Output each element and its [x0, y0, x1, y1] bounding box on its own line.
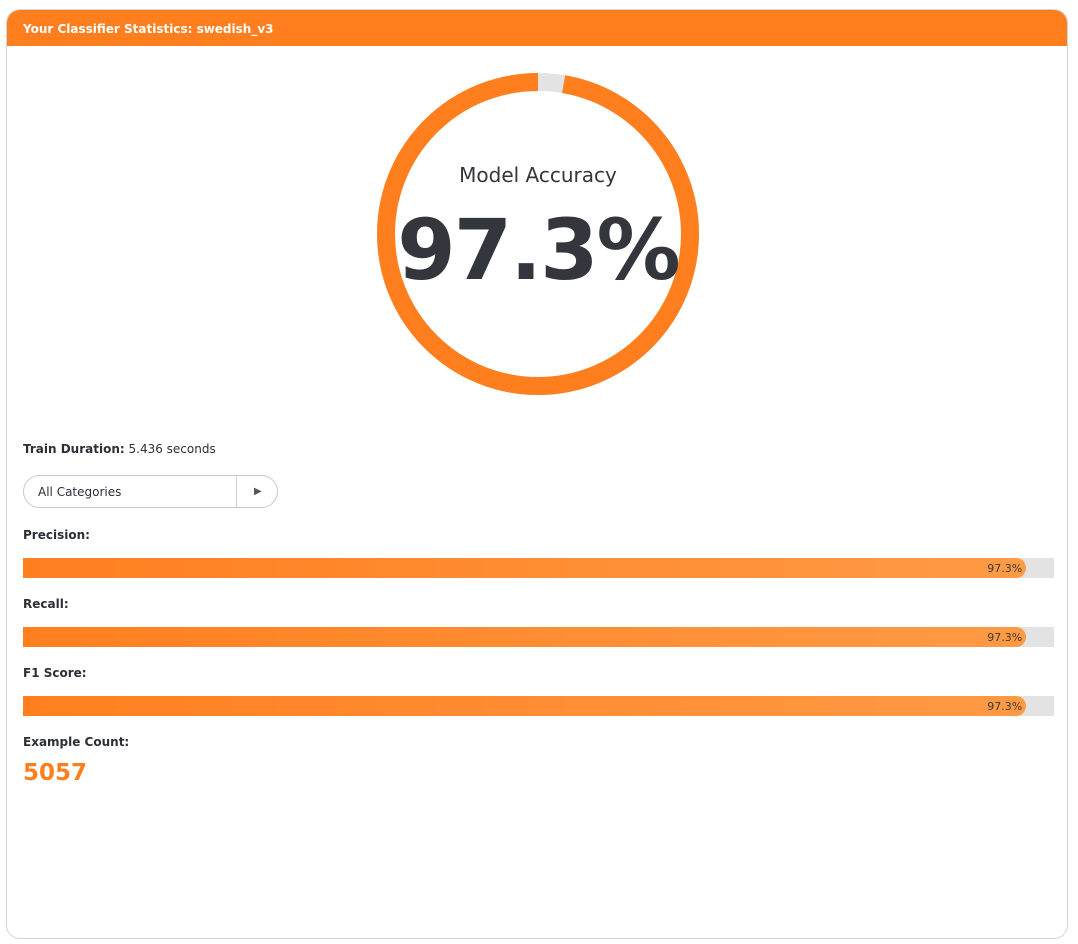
category-select-divider [236, 476, 237, 507]
f1-score-bar-value: 97.3% [987, 700, 1023, 713]
category-select-value: All Categories [38, 485, 122, 499]
recall-bar-fill: 97.3% [23, 627, 1027, 647]
f1-score-label: F1 Score: [23, 666, 87, 680]
train-duration-value: 5.436 seconds [128, 442, 216, 456]
recall-bar: 97.3% [23, 627, 1054, 647]
accuracy-gauge: Model Accuracy 97.3% [375, 71, 701, 397]
f1-score-bar-fill: 97.3% [23, 696, 1027, 716]
f1-score-bar: 97.3% [23, 696, 1054, 716]
recall-bar-value: 97.3% [987, 631, 1023, 644]
classifier-stats-panel: Your Classifier Statistics: swedish_v3 M… [6, 9, 1068, 939]
precision-bar-value: 97.3% [987, 562, 1023, 575]
precision-label: Precision: [23, 528, 90, 542]
panel-title: Your Classifier Statistics: swedish_v3 [7, 10, 1067, 46]
accuracy-value: 97.3% [397, 201, 680, 299]
accuracy-label: Model Accuracy [459, 163, 617, 187]
train-duration: Train Duration: 5.436 seconds [23, 442, 216, 456]
train-duration-label: Train Duration: [23, 442, 125, 456]
example-count-label: Example Count: [23, 735, 130, 749]
precision-bar: 97.3% [23, 558, 1054, 578]
example-count-value: 5057 [23, 760, 88, 786]
category-select[interactable]: All Categories ▶ [23, 475, 278, 508]
caret-right-icon[interactable]: ▶ [254, 476, 262, 507]
recall-label: Recall: [23, 597, 69, 611]
precision-bar-fill: 97.3% [23, 558, 1027, 578]
